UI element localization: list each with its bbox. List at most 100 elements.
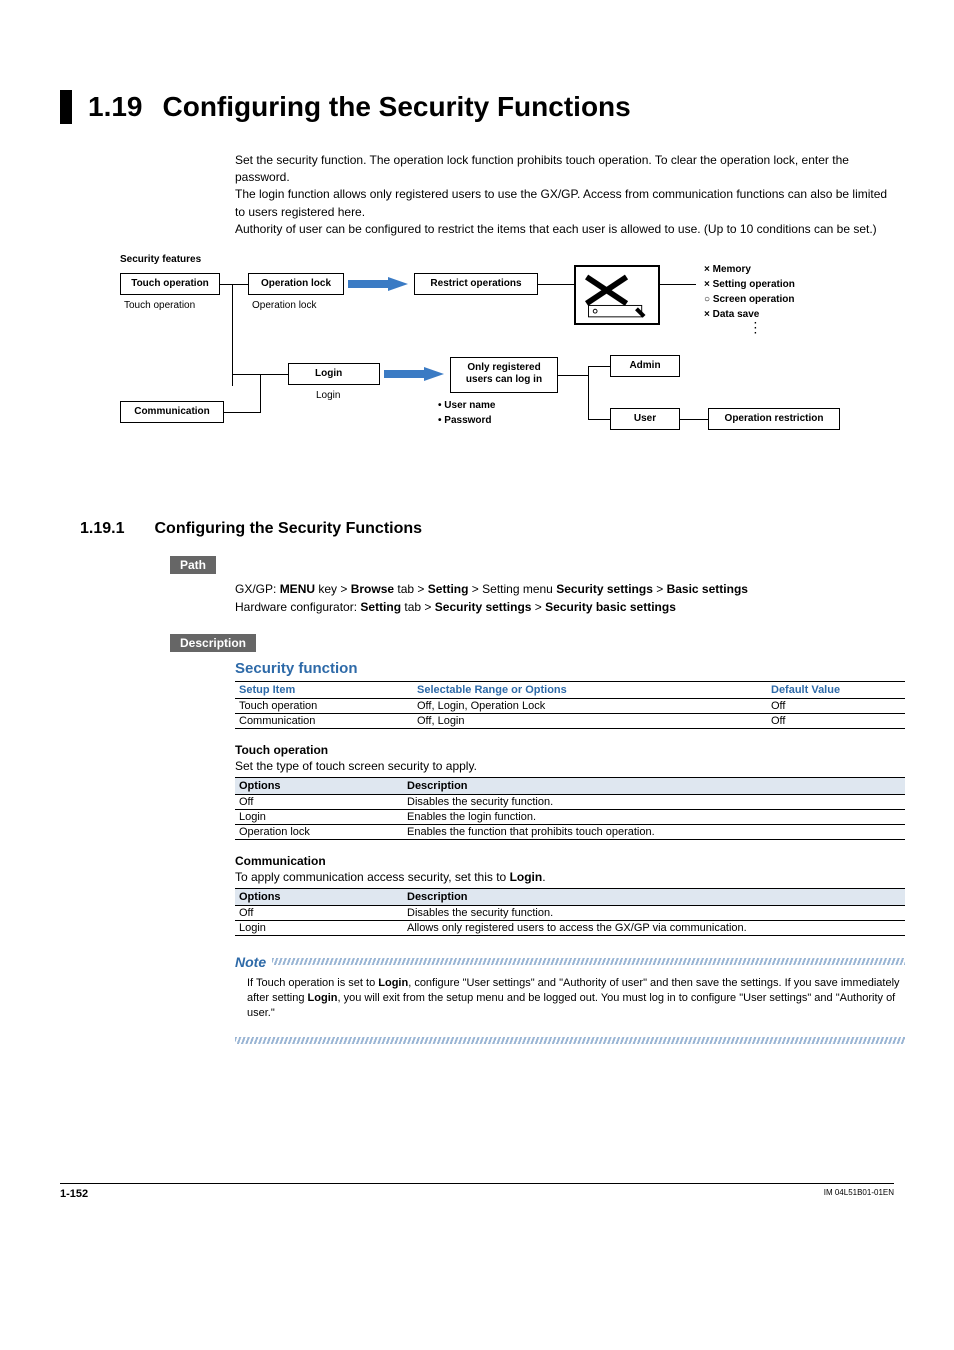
touch-operation-sub: Touch operation bbox=[124, 299, 195, 312]
intro-block: Set the security function. The operation… bbox=[235, 152, 894, 239]
cell-range: Off, Login, Operation Lock bbox=[413, 698, 767, 713]
doc-id: IM 04L51B01-01EN bbox=[824, 1188, 894, 1200]
touch-operation-lead: Set the type of touch screen security to… bbox=[235, 759, 894, 773]
path-hw-basic: Security basic settings bbox=[545, 600, 676, 614]
communication-lead-b: Login bbox=[510, 870, 543, 884]
table-row: Login Enables the login function. bbox=[235, 809, 905, 824]
path-block: GX/GP: MENU key > Browse tab > Setting >… bbox=[235, 580, 894, 616]
path-browse: Browse bbox=[351, 582, 394, 596]
path-hw-sec: Security settings bbox=[435, 600, 532, 614]
note-block: Note If Touch operation is set to Login,… bbox=[235, 954, 905, 1044]
th-range: Selectable Range or Options bbox=[413, 681, 767, 698]
th-desc: Description bbox=[403, 777, 905, 794]
note-a: If Touch operation is set to bbox=[247, 977, 378, 989]
path-setting-menu: Setting menu bbox=[482, 582, 556, 596]
password-label: • Password bbox=[438, 414, 492, 427]
login-sub: Login bbox=[316, 389, 340, 402]
path-sep: tab > bbox=[394, 582, 428, 596]
subsection-number: 1.19.1 bbox=[80, 520, 124, 538]
cell-opt: Operation lock bbox=[235, 824, 403, 839]
cell-desc: Disables the security function. bbox=[403, 794, 905, 809]
communication-lead-a: To apply communication access security, … bbox=[235, 870, 510, 884]
cell-range: Off, Login bbox=[413, 713, 767, 728]
communication-table: Options Description Off Disables the sec… bbox=[235, 888, 905, 936]
user-name-label: • User name bbox=[438, 399, 495, 412]
cell-opt: Off bbox=[235, 794, 403, 809]
path-sep: key > bbox=[315, 582, 351, 596]
cell-desc: Enables the login function. bbox=[403, 809, 905, 824]
title-bar bbox=[60, 90, 72, 124]
th-options: Options bbox=[235, 888, 403, 905]
path-chip: Path bbox=[170, 556, 216, 574]
page-number: 1-152 bbox=[60, 1188, 88, 1200]
section-heading: Configuring the Security Functions bbox=[163, 90, 631, 124]
note-stripe-icon bbox=[235, 1037, 905, 1044]
only-registered-box: Only registered users can log in bbox=[450, 357, 558, 393]
th-setup-item: Setup Item bbox=[235, 681, 413, 698]
th-default: Default Value bbox=[767, 681, 905, 698]
note-d: Login bbox=[308, 992, 338, 1004]
path-menu: MENU bbox=[280, 582, 315, 596]
operation-lock-sub: Operation lock bbox=[252, 299, 316, 312]
cross-screen-icon bbox=[579, 270, 655, 320]
path-sep: > bbox=[531, 600, 545, 614]
cell-opt: Login bbox=[235, 809, 403, 824]
table-row: Login Allows only registered users to ac… bbox=[235, 920, 905, 935]
arrow-icon bbox=[384, 367, 444, 381]
touch-operation-table: Options Description Off Disables the sec… bbox=[235, 777, 905, 840]
cell-default: Off bbox=[767, 713, 905, 728]
intro-p1: Set the security function. The operation… bbox=[235, 152, 894, 187]
communication-lead-c: . bbox=[542, 870, 545, 884]
subsection-title: Configuring the Security Functions bbox=[154, 520, 422, 538]
screen-box bbox=[574, 265, 660, 325]
path-hw-lead: Hardware configurator: bbox=[235, 600, 360, 614]
cell-desc: Enables the function that prohibits touc… bbox=[403, 824, 905, 839]
security-features-diagram: Security features Touch operation Touch … bbox=[120, 253, 940, 488]
operation-restriction-box: Operation restriction bbox=[708, 408, 840, 431]
cell-item: Touch operation bbox=[235, 698, 413, 713]
security-function-table: Setup Item Selectable Range or Options D… bbox=[235, 681, 905, 729]
table-row: Operation lock Enables the function that… bbox=[235, 824, 905, 839]
only-registered-l1: Only registered bbox=[467, 362, 540, 373]
touch-operation-heading: Touch operation bbox=[235, 743, 894, 757]
bullet-data-save: × Data save bbox=[704, 308, 759, 321]
communication-heading: Communication bbox=[235, 854, 894, 868]
page-footer: 1-152 IM 04L51B01-01EN bbox=[60, 1183, 894, 1200]
table-row: Communication Off, Login Off bbox=[235, 713, 905, 728]
note-e: , you will exit from the setup menu and … bbox=[247, 992, 895, 1019]
path-basic: Basic settings bbox=[667, 582, 748, 596]
bullet-screen-op: ○ Screen operation bbox=[704, 293, 795, 306]
note-body: If Touch operation is set to Login, conf… bbox=[235, 970, 905, 1037]
admin-box: Admin bbox=[610, 355, 680, 378]
path-gxgp: GX/GP: MENU key > Browse tab > Setting >… bbox=[235, 580, 894, 598]
path-hw: Hardware configurator: Setting tab > Sec… bbox=[235, 598, 894, 616]
section-title: 1.19 Configuring the Security Functions bbox=[60, 90, 894, 124]
cell-item: Communication bbox=[235, 713, 413, 728]
cell-desc: Allows only registered users to access t… bbox=[403, 920, 905, 935]
cell-opt: Off bbox=[235, 905, 403, 920]
security-function-heading: Security function bbox=[235, 660, 894, 677]
restrict-operations-box: Restrict operations bbox=[414, 273, 538, 296]
user-box: User bbox=[610, 408, 680, 431]
note-label: Note bbox=[235, 954, 266, 970]
table-row: Options Description bbox=[235, 888, 905, 905]
cell-default: Off bbox=[767, 698, 905, 713]
only-registered-l2: users can log in bbox=[466, 374, 542, 385]
path-sep: > bbox=[653, 582, 667, 596]
path-setting: Setting bbox=[428, 582, 469, 596]
note-stripe-icon bbox=[272, 958, 905, 965]
communication-box: Communication bbox=[120, 401, 224, 424]
login-box: Login bbox=[288, 363, 380, 386]
table-row: Off Disables the security function. bbox=[235, 794, 905, 809]
table-row: Off Disables the security function. bbox=[235, 905, 905, 920]
path-lead: GX/GP: bbox=[235, 582, 280, 596]
ellipsis-icon: ··· bbox=[754, 321, 757, 336]
section-number: 1.19 bbox=[88, 90, 143, 124]
table-row: Setup Item Selectable Range or Options D… bbox=[235, 681, 905, 698]
intro-p2: The login function allows only registere… bbox=[235, 186, 894, 221]
note-b: Login bbox=[378, 977, 408, 989]
path-sep: tab > bbox=[401, 600, 435, 614]
communication-lead: To apply communication access security, … bbox=[235, 870, 894, 884]
path-security-settings: Security settings bbox=[556, 582, 653, 596]
th-desc: Description bbox=[403, 888, 905, 905]
